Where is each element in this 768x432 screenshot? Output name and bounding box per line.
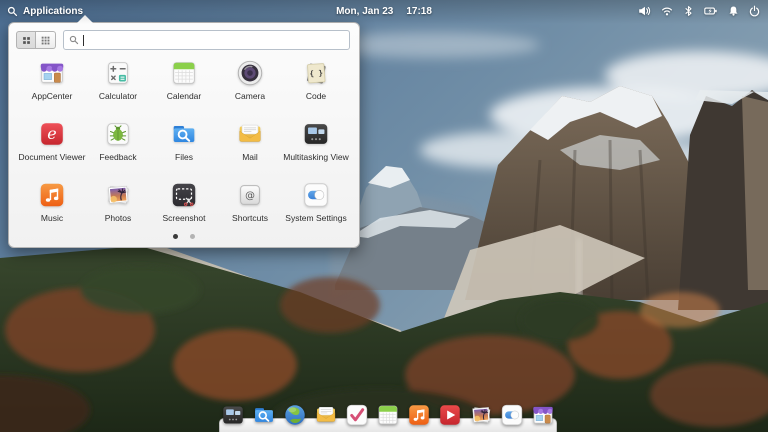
- bluetooth-icon[interactable]: [683, 5, 694, 17]
- appcenter-icon: [37, 58, 67, 88]
- app-label: Photos: [104, 213, 132, 223]
- app-label: Music: [40, 213, 64, 223]
- dock-item-system-settings[interactable]: [499, 402, 525, 428]
- search-input[interactable]: [63, 30, 350, 50]
- panel-indicators: [638, 0, 760, 22]
- app-item-photos[interactable]: Photos: [85, 180, 151, 224]
- grid-view-icon: [22, 36, 31, 45]
- dock-item-tasks[interactable]: [344, 402, 370, 428]
- calculator-icon: [103, 58, 133, 88]
- dock-item-music[interactable]: [406, 402, 432, 428]
- applications-launcher: AppCenter Calculator Calendar Camera Cod…: [8, 15, 360, 248]
- view-toggle: [16, 31, 56, 49]
- app-label: Feedback: [99, 152, 137, 162]
- battery-charging-icon[interactable]: [704, 5, 718, 17]
- dock: [219, 418, 557, 432]
- top-panel: Applications Mon, Jan 23 17:18: [0, 0, 768, 24]
- app-item-music[interactable]: Music: [19, 180, 85, 224]
- bell-icon[interactable]: [728, 5, 739, 17]
- dock-item-files[interactable]: [251, 402, 277, 428]
- dock-item-web-browser[interactable]: [282, 402, 308, 428]
- multitasking-view-icon: [301, 119, 331, 149]
- dock-item-videos[interactable]: [437, 402, 463, 428]
- app-item-feedback[interactable]: Feedback: [85, 119, 151, 163]
- app-item-appcenter[interactable]: AppCenter: [19, 58, 85, 102]
- dock-item-calendar[interactable]: [375, 402, 401, 428]
- camera-icon: [235, 58, 265, 88]
- photos-icon: [103, 180, 133, 210]
- app-label: System Settings: [285, 213, 347, 223]
- app-item-code[interactable]: Code: [283, 58, 349, 102]
- app-label: Document Viewer: [18, 152, 86, 162]
- power-icon[interactable]: [749, 5, 760, 17]
- document-viewer-icon: [37, 119, 67, 149]
- app-item-calendar[interactable]: Calendar: [151, 58, 217, 102]
- calendar-icon: [169, 58, 199, 88]
- applications-menu-button[interactable]: Applications: [7, 0, 83, 22]
- mail-icon: [235, 119, 265, 149]
- app-label: Mail: [242, 152, 258, 162]
- datetime-button[interactable]: Mon, Jan 23 17:18: [336, 0, 432, 22]
- text-caret: [83, 34, 84, 46]
- page-dot-1[interactable]: [173, 234, 178, 239]
- launcher-header: [9, 23, 359, 54]
- dock-item-mail[interactable]: [313, 402, 339, 428]
- app-label: AppCenter: [31, 91, 73, 101]
- app-label: Camera: [234, 91, 266, 101]
- search-icon: [69, 35, 79, 45]
- files-icon: [169, 119, 199, 149]
- code-icon: [301, 58, 331, 88]
- app-item-files[interactable]: Files: [151, 119, 217, 163]
- app-label: Shortcuts: [232, 213, 268, 223]
- shortcuts-icon: [235, 180, 265, 210]
- panel-date: Mon, Jan 23: [336, 5, 394, 17]
- page-dot-2[interactable]: [190, 234, 195, 239]
- category-view-icon: [41, 36, 50, 45]
- applications-menu-label: Applications: [23, 5, 84, 17]
- system-settings-icon: [301, 180, 331, 210]
- panel-time: 17:18: [406, 5, 432, 17]
- dock-icons: [220, 402, 556, 428]
- app-label: Calendar: [166, 91, 202, 101]
- app-item-mail[interactable]: Mail: [217, 119, 283, 163]
- grid-view-button[interactable]: [16, 31, 36, 49]
- desktop: Applications Mon, Jan 23 17:18 AppCenter…: [0, 0, 768, 432]
- app-label: Code: [305, 91, 327, 101]
- app-item-multitasking-view[interactable]: Multitasking View: [283, 119, 349, 163]
- app-item-screenshot[interactable]: Screenshot: [151, 180, 217, 224]
- app-label: Files: [175, 152, 193, 162]
- screenshot-icon: [169, 180, 199, 210]
- category-view-button[interactable]: [36, 31, 56, 49]
- app-label: Multitasking View: [283, 152, 349, 162]
- app-item-document-viewer[interactable]: Document Viewer: [19, 119, 85, 163]
- dock-item-photos[interactable]: [468, 402, 494, 428]
- app-item-system-settings[interactable]: System Settings: [283, 180, 349, 224]
- app-label: Screenshot: [162, 213, 206, 223]
- dock-item-multitasking-view[interactable]: [220, 402, 246, 428]
- music-icon: [37, 180, 67, 210]
- volume-icon[interactable]: [638, 5, 651, 17]
- app-item-shortcuts[interactable]: Shortcuts: [217, 180, 283, 224]
- app-item-calculator[interactable]: Calculator: [85, 58, 151, 102]
- feedback-icon: [103, 119, 133, 149]
- search-icon: [7, 6, 18, 17]
- app-item-camera[interactable]: Camera: [217, 58, 283, 102]
- app-grid: AppCenter Calculator Calendar Camera Cod…: [9, 54, 359, 224]
- wifi-icon[interactable]: [661, 5, 673, 17]
- dock-item-appcenter[interactable]: [530, 402, 556, 428]
- app-label: Calculator: [98, 91, 138, 101]
- page-indicator: [9, 234, 359, 239]
